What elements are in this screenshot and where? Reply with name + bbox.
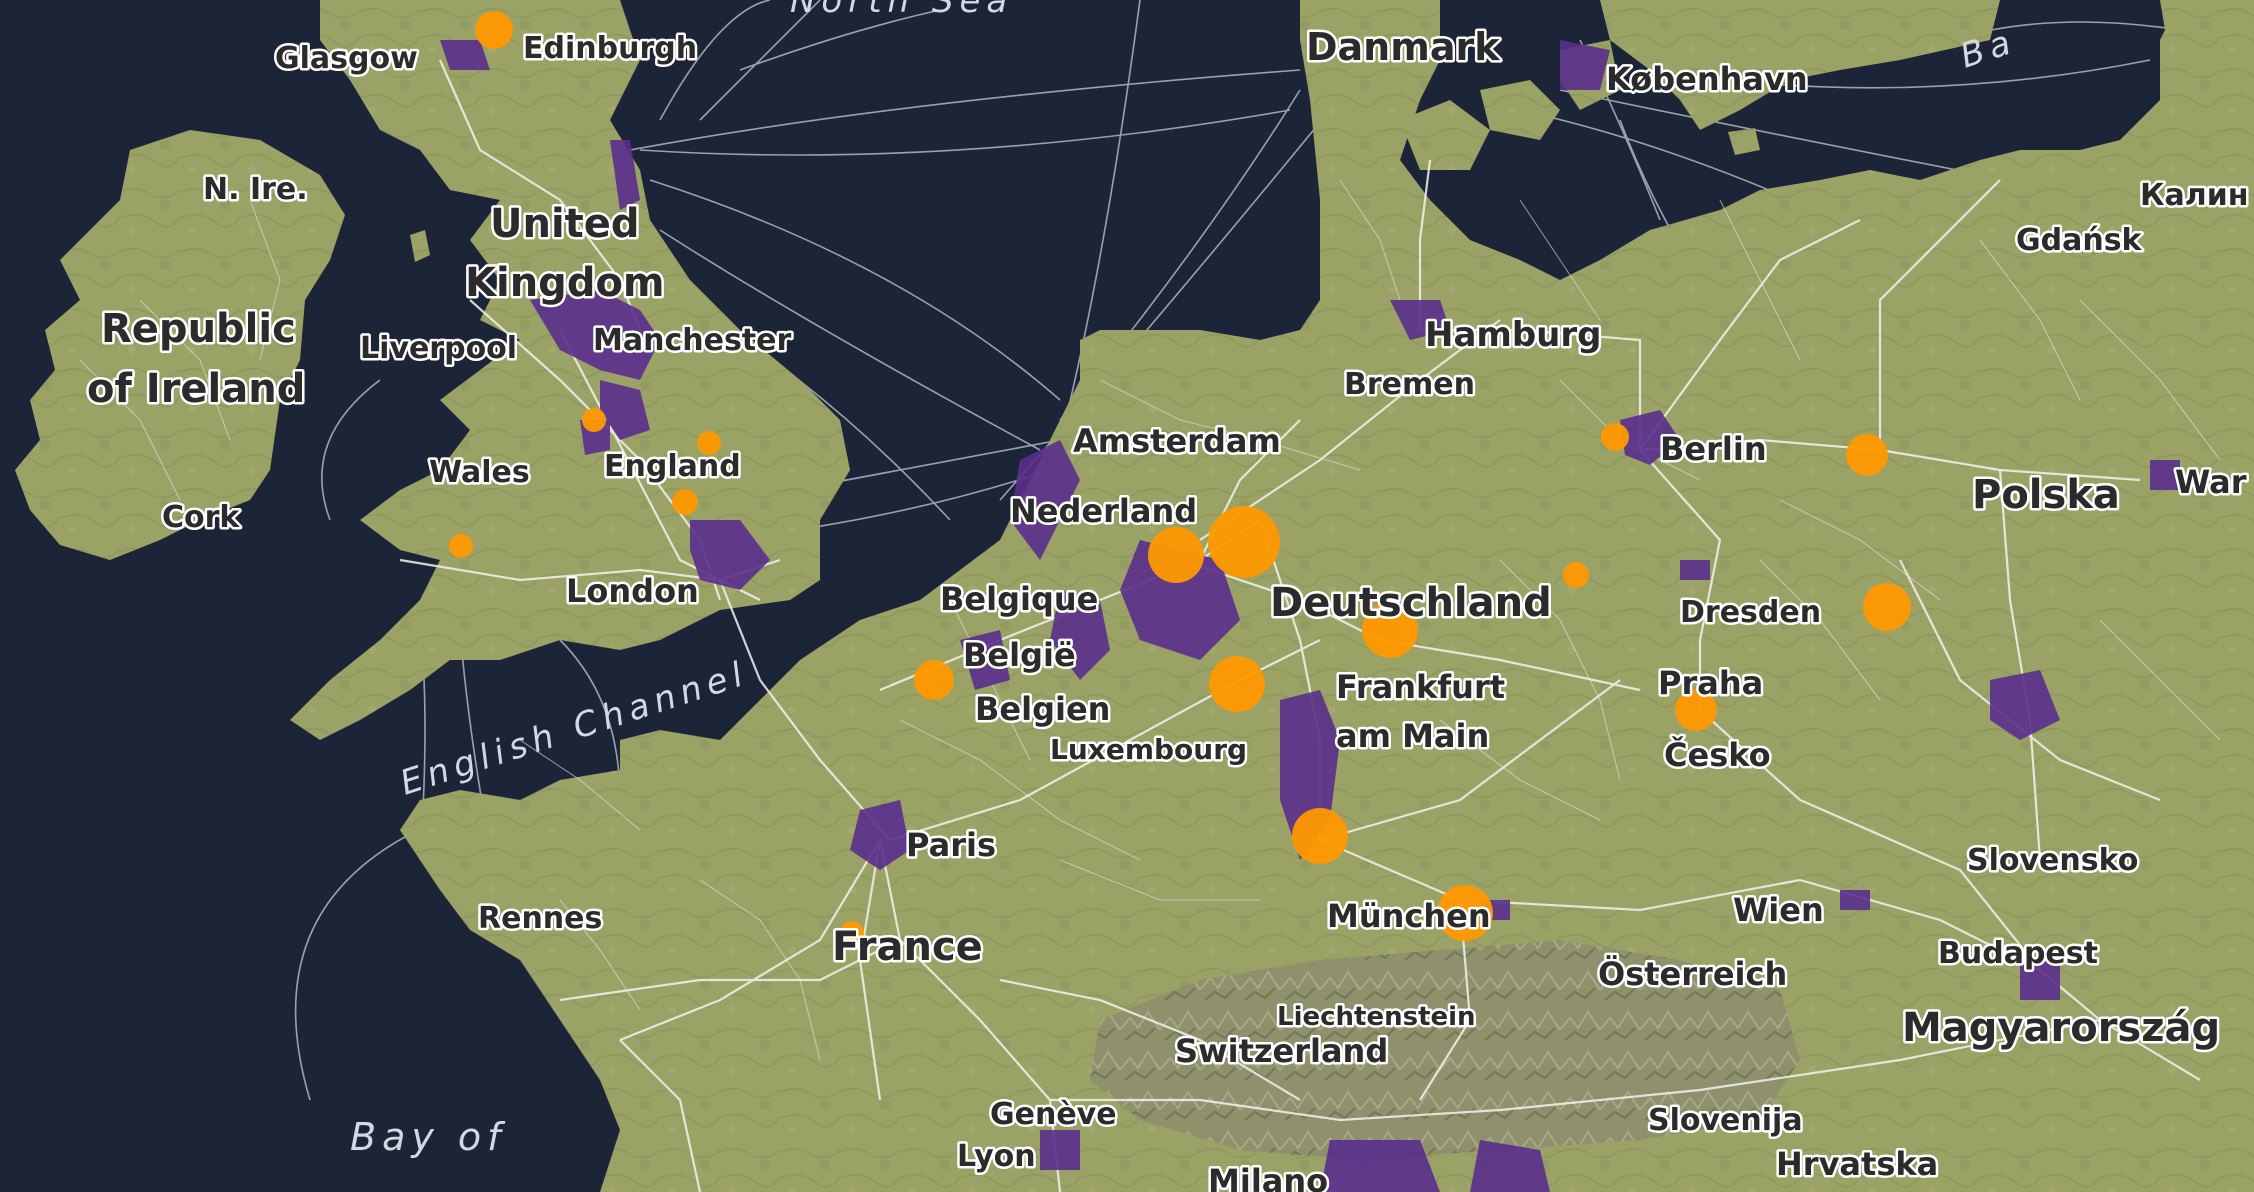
city-label-london: London [566,572,699,610]
city-label-war: War [2175,463,2247,501]
city-label-rennes: Rennes [478,901,602,936]
city-label-liverpool: Liverpool [360,331,517,366]
city-label-paris: Paris [906,826,996,864]
marker [449,534,473,558]
city-label-amsterdam: Amsterdam [1073,422,1281,460]
marker [1209,656,1265,712]
city-label-gdansk: Gdańsk [2016,223,2143,258]
country-label-osterreich: Österreich [1598,955,1787,993]
marker [1863,583,1911,631]
marker [1563,562,1589,588]
country-label-danmark: Danmark [1306,25,1500,69]
country-label-luxembourg: Luxembourg [1050,733,1247,766]
country-label-polska: Polska [1972,472,2120,518]
marker [672,489,698,515]
city-label-glasgow: Glasgow [275,41,418,76]
marker [1208,506,1280,578]
city-label-dresden: Dresden [1680,595,1821,630]
city-label-kobenhavn: København [1606,60,1808,98]
country-label-cesko: Česko [1664,735,1771,774]
city-label-frankfurt-2: am Main [1336,717,1489,755]
north-sea-label: North Sea [790,0,1013,21]
country-label-uk-2: Kingdom [465,260,665,306]
city-label-cork: Cork [162,500,240,535]
country-label-deutschland: Deutschland [1270,580,1552,626]
city-label-berlin: Berlin [1660,430,1767,468]
city-label-budapest: Budapest [1938,936,2098,971]
map-svg[interactable]: North Sea English Channel Bay of Ba Unit… [0,0,2254,1192]
city-label-bremen: Bremen [1344,367,1475,402]
marker [475,11,513,49]
country-label-france: France [832,924,983,970]
country-label-belgien: Belgien [975,690,1110,728]
city-label-edinburgh: Edinburgh [523,31,697,66]
country-label-belgie: België [963,636,1076,674]
region-label-n-ireland: N. Ire. [203,172,308,207]
city-label-hamburg: Hamburg [1425,315,1601,355]
country-label-ireland-2: of Ireland [87,366,305,412]
city-label-wien: Wien [1733,891,1824,929]
country-label-hrvatska: Hrvatska [1776,1145,1938,1183]
country-label-magyarorszag: Magyarország [1902,1005,2220,1051]
city-label-manchester: Manchester [593,323,791,358]
city-label-geneve: Genève [990,1097,1117,1132]
marker [1148,527,1204,583]
city-label-frankfurt-1: Frankfurt [1336,668,1505,706]
region-label-england: England [604,449,741,484]
map-canvas[interactable]: North Sea English Channel Bay of Ba Unit… [0,0,2254,1192]
country-label-nederland: Nederland [1010,492,1197,530]
country-label-slovensko: Slovensko [1967,843,2138,878]
marker [582,408,606,432]
country-label-switzerland: Switzerland [1175,1032,1388,1070]
country-label-belgique: Belgique [940,580,1098,618]
marker [1292,808,1348,864]
marker [914,660,954,700]
city-label-milano: Milano [1208,1162,1328,1192]
city-label-kalin: Калин [2140,178,2249,213]
region-label-wales: Wales [429,455,530,490]
bay-of-label: Bay of [350,1115,507,1159]
city-label-munchen: München [1327,897,1491,935]
marker [1601,423,1629,451]
marker [1846,434,1888,476]
country-label-slovenija: Slovenija [1648,1103,1803,1138]
country-label-uk-1: United [490,201,640,247]
city-label-lyon: Lyon [957,1139,1036,1174]
country-label-liechtenstein: Liechtenstein [1277,1002,1476,1032]
country-label-ireland-1: Republic [101,306,296,352]
city-label-praha: Praha [1658,664,1763,702]
